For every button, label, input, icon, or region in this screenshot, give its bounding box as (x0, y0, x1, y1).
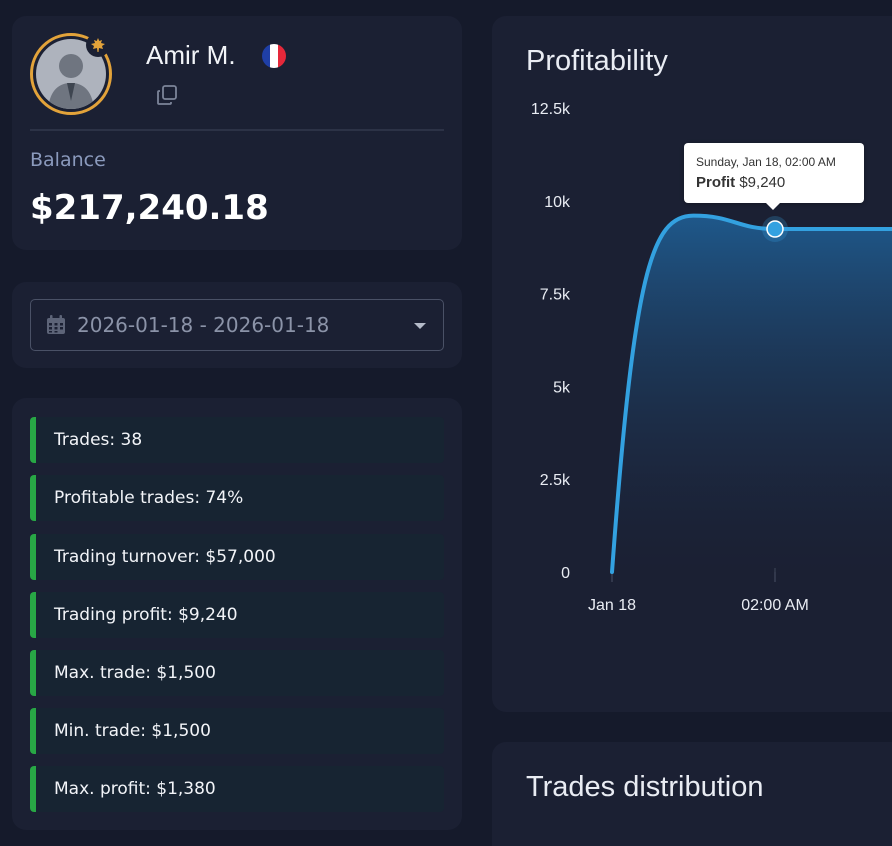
stat-max-profit: Max. profit: $1,380 (30, 766, 444, 812)
x-tick-label: Jan 18 (588, 597, 636, 614)
balance-value: $217,240.18 (30, 188, 269, 228)
y-tick-label: 12.5k (531, 101, 571, 118)
maple-leaf-icon (86, 33, 110, 57)
tooltip-body: Profit $9,240 (696, 174, 785, 191)
y-tick-label: 0 (561, 565, 570, 582)
stats-card: Trades: 38 Profitable trades: 74% Tradin… (12, 398, 462, 830)
y-tick-label: 2.5k (540, 472, 571, 489)
france-flag-icon (262, 44, 286, 68)
profit-area (612, 215, 892, 572)
user-name: Amir M. (146, 40, 236, 70)
tooltip-date: Sunday, Jan 18, 02:00 AM (696, 155, 836, 169)
tooltip-series-label: Profit (696, 174, 736, 191)
profile-card: Amir M. Balance $217,240.18 (12, 16, 462, 250)
balance-label: Balance (30, 149, 106, 171)
profitability-card: Profitability 0 2.5k 5k 7.5k 10k 12.5k Jan 18… (492, 16, 892, 712)
stat-trades: Trades: 38 (30, 417, 444, 463)
y-tick-label: 5k (553, 379, 571, 396)
stat-profitable-trades: Profitable trades: 74% (30, 475, 444, 521)
trades-distribution-title: Trades distribution (526, 771, 764, 803)
stat-max-trade: Max. trade: $1,500 (30, 650, 444, 696)
avatar[interactable] (30, 33, 112, 115)
calendar-icon (46, 315, 66, 335)
stat-trading-profit: Trading profit: $9,240 (30, 592, 444, 638)
date-range-picker[interactable]: 2026-01-18 - 2026-01-18 (30, 299, 444, 351)
y-tick-label: 7.5k (540, 287, 571, 304)
chevron-down-icon (414, 323, 426, 329)
date-range-value: 2026-01-18 - 2026-01-18 (77, 313, 330, 337)
divider (30, 129, 444, 131)
trades-distribution-card: Trades distribution (492, 742, 892, 846)
x-tick-label: 02:00 AM (741, 597, 809, 614)
date-range-card: 2026-01-18 - 2026-01-18 (12, 282, 462, 368)
stat-trading-turnover: Trading turnover: $57,000 (30, 534, 444, 580)
chart-tooltip: Sunday, Jan 18, 02:00 AM Profit $9,240 (684, 143, 864, 210)
data-point-marker[interactable] (766, 220, 784, 238)
copy-icon[interactable] (156, 84, 178, 106)
profitability-chart: 0 2.5k 5k 7.5k 10k 12.5k Jan 18 02:00 AM (531, 101, 892, 614)
tooltip-value: $9,240 (739, 174, 786, 191)
stat-min-trade: Min. trade: $1,500 (30, 708, 444, 754)
y-tick-label: 10k (544, 194, 571, 211)
